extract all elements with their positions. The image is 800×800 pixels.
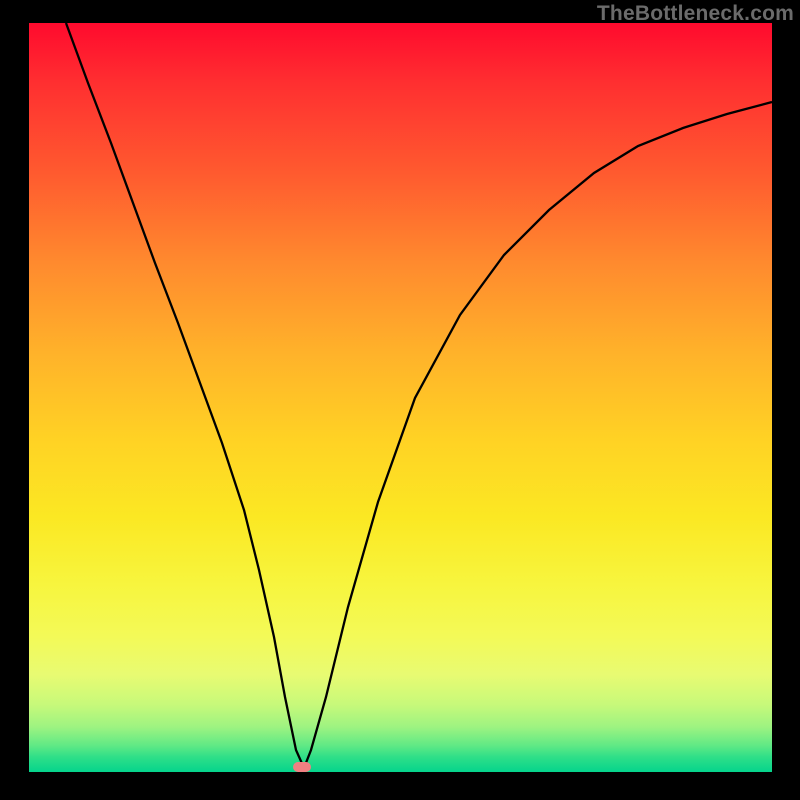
bottleneck-curve: [29, 23, 772, 772]
curve-left: [66, 23, 304, 768]
plot-area: [29, 23, 772, 772]
optimal-point-marker: [293, 762, 311, 772]
watermark-text: TheBottleneck.com: [597, 2, 794, 26]
curve-right: [304, 102, 772, 768]
chart-frame: TheBottleneck.com: [0, 0, 800, 800]
